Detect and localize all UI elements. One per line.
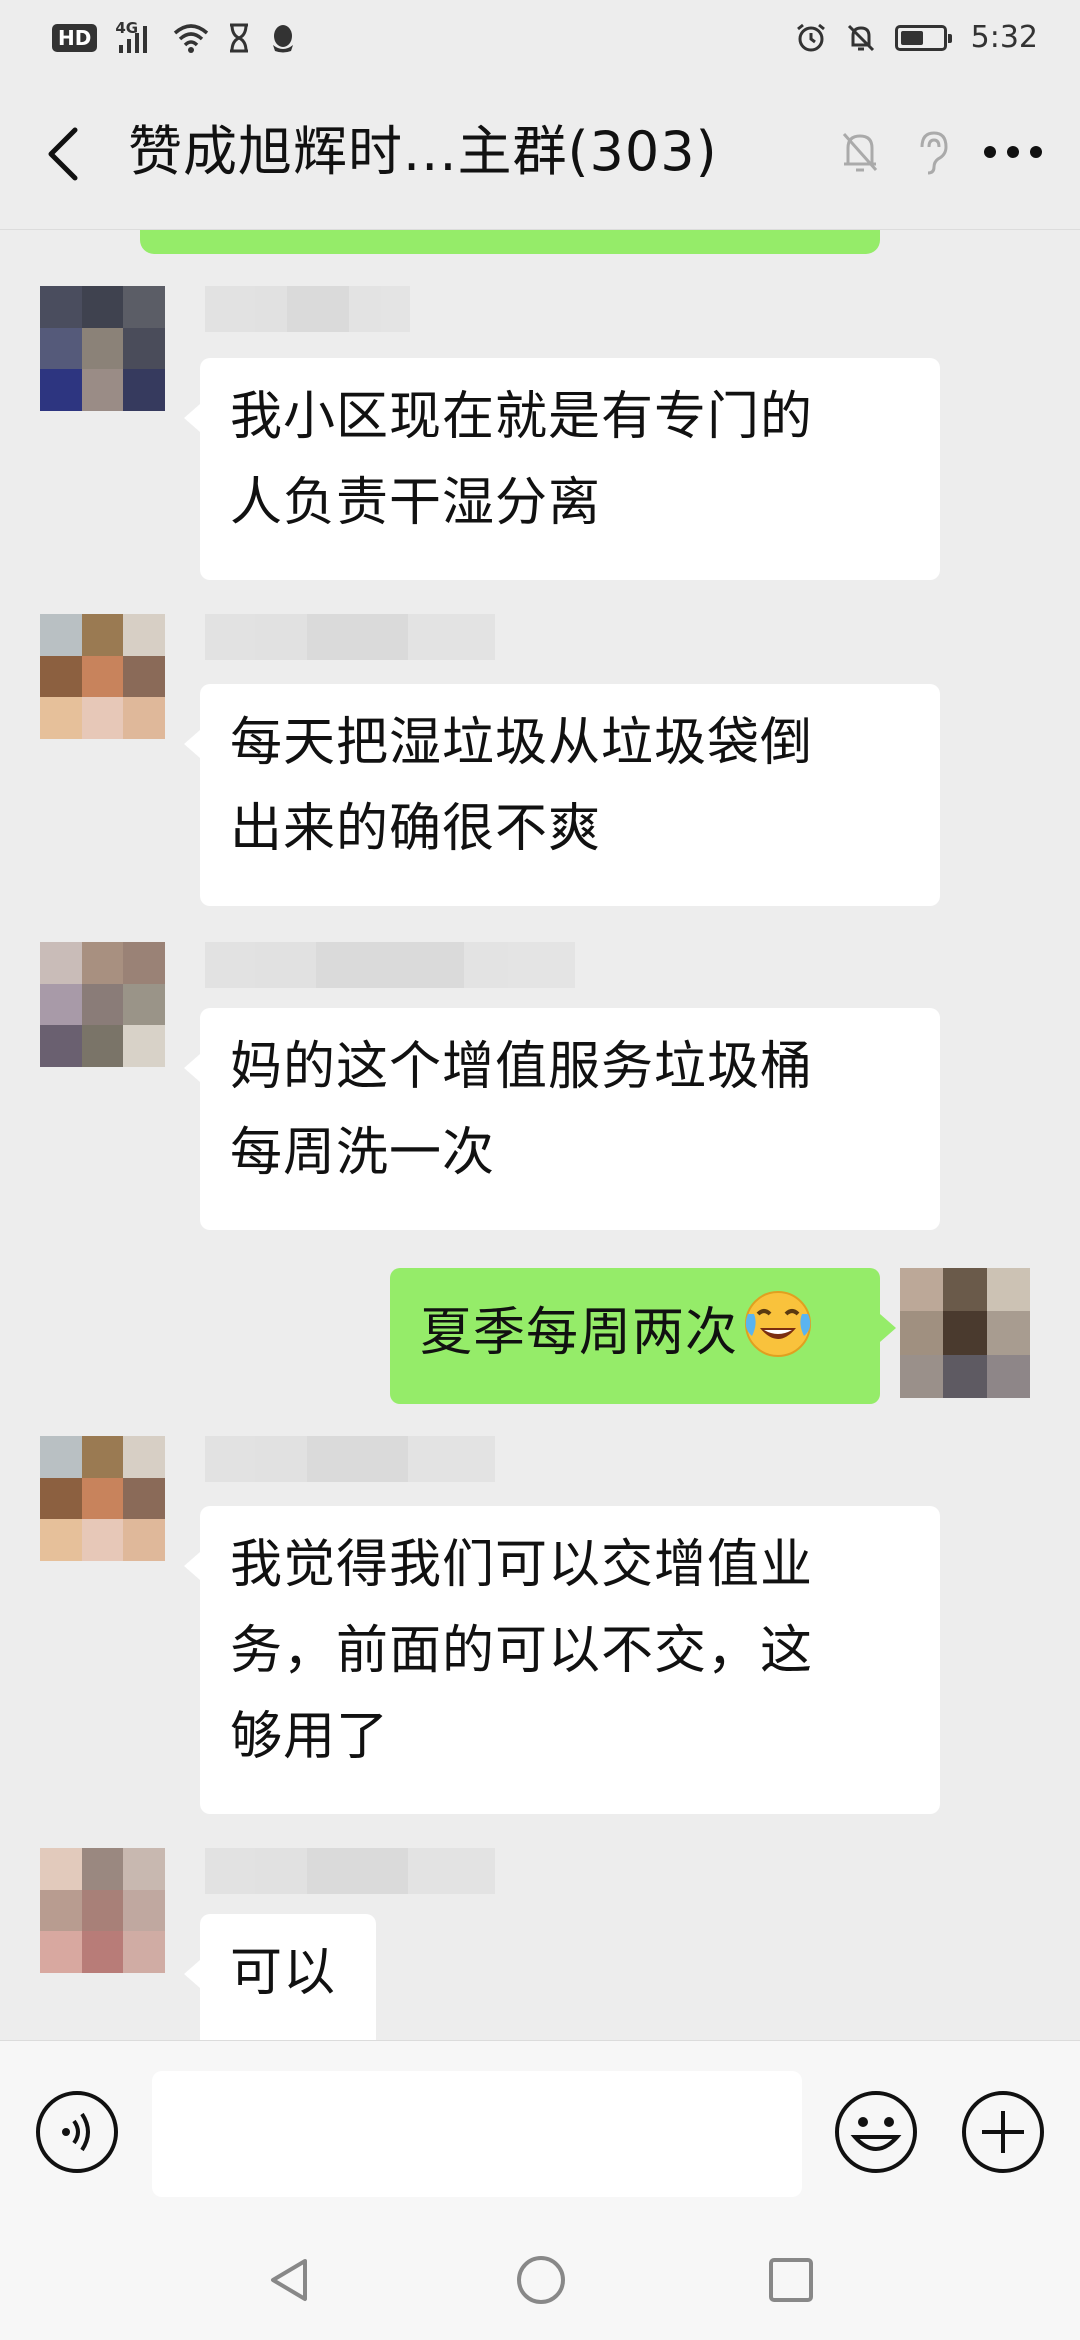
back-button[interactable] [38, 119, 88, 189]
partial-own-bubble [140, 230, 880, 254]
avatar[interactable] [40, 1848, 165, 1973]
status-bar: HD 4G 5:32 [0, 0, 1080, 75]
message-line: 出来的确很不爽 [230, 799, 602, 859]
header-actions [838, 119, 1044, 189]
nav-back-button[interactable] [265, 2255, 315, 2305]
own-message-bubble[interactable]: 夏季每周两次 [390, 1268, 896, 1404]
network-type: 4G [115, 18, 139, 37]
avatar[interactable] [40, 1436, 165, 1561]
chat-header: 赞成旭辉时...主群(303) [0, 75, 1080, 230]
wifi-icon [173, 23, 209, 53]
status-bar-left: HD 4G [52, 19, 297, 53]
sender-name-blurred [205, 1848, 495, 1894]
more-button[interactable] [982, 142, 1044, 166]
input-bar [0, 2040, 1080, 2220]
status-bar-right: 5:32 [795, 20, 1038, 55]
avatar[interactable] [40, 286, 165, 411]
message-bubble[interactable]: 每天把湿垃圾从垃圾袋倒 出来的确很不爽 [184, 684, 940, 906]
alarm-icon [795, 22, 827, 54]
emoji-icon [835, 2091, 917, 2173]
nav-home-icon [517, 2256, 565, 2304]
message-input[interactable] [152, 2071, 802, 2197]
message-line: 人负责干湿分离 [230, 473, 602, 533]
sender-name-blurred [205, 942, 575, 988]
nav-recents-icon [769, 2258, 813, 2302]
own-avatar[interactable] [900, 1268, 1030, 1398]
sender-name-blurred [205, 614, 495, 660]
message-list[interactable]: 我小区现在就是有专门的 人负责干湿分离 每天把湿垃圾从垃圾袋倒 出来的确很不爽 … [0, 230, 1080, 2040]
message-bubble[interactable]: 我觉得我们可以交增值业 务，前面的可以不交，这 够用了 [184, 1506, 940, 1814]
sender-name-blurred [205, 286, 410, 332]
hd-badge: HD [52, 23, 98, 52]
message-bubble[interactable]: 妈的这个增值服务垃圾桶 每周洗一次 [184, 1008, 940, 1230]
message-line: 务，前面的可以不交，这 [230, 1621, 814, 1681]
more-functions-button[interactable] [960, 2089, 1046, 2179]
message-line: 够用了 [230, 1707, 390, 1767]
message-line: 每周洗一次 [230, 1123, 496, 1183]
nav-recents-button[interactable] [767, 2256, 815, 2304]
voice-icon [36, 2091, 118, 2173]
mute-bell-icon [845, 22, 877, 54]
voice-button[interactable] [34, 2089, 120, 2179]
avatar[interactable] [40, 614, 165, 739]
nav-home-button[interactable] [515, 2254, 567, 2306]
message-line: 夏季每周两次 [420, 1303, 739, 1363]
chat-title: 赞成旭辉时...主群(303) [128, 120, 718, 183]
crying-laughing-emoji [740, 1284, 816, 1386]
qq-penguin-icon [269, 23, 297, 53]
earpiece-icon [912, 127, 952, 181]
chat-screen: HD 4G 5:32 赞成旭辉时...主群(303) 我小区现在就是有专门的 人… [0, 0, 1080, 2340]
message-line: 我觉得我们可以交增值业 [230, 1535, 814, 1595]
message-line: 我小区现在就是有专门的 [230, 387, 814, 447]
message-line: 妈的这个增值服务垃圾桶 [230, 1037, 814, 1097]
sender-name-blurred [205, 1436, 495, 1482]
hourglass-icon [227, 23, 251, 53]
battery-icon [894, 24, 952, 51]
message-bubble[interactable]: 我小区现在就是有专门的 人负责干湿分离 [184, 358, 940, 580]
battery-fill [900, 30, 923, 45]
signal-icon: 4G [115, 19, 155, 53]
more-icon [984, 146, 1042, 158]
mute-bell-icon [838, 128, 882, 180]
emoji-button[interactable] [833, 2089, 919, 2179]
plus-icon [962, 2091, 1044, 2173]
avatar[interactable] [40, 942, 165, 1067]
message-line: 可以 [230, 1943, 337, 2003]
nav-back-icon [271, 2259, 307, 2301]
message-bubble[interactable]: 可以 [184, 1914, 376, 2040]
back-icon [48, 127, 78, 181]
status-time: 5:32 [970, 20, 1038, 55]
message-line: 每天把湿垃圾从垃圾袋倒 [230, 713, 814, 773]
system-nav-bar [0, 2220, 1080, 2340]
